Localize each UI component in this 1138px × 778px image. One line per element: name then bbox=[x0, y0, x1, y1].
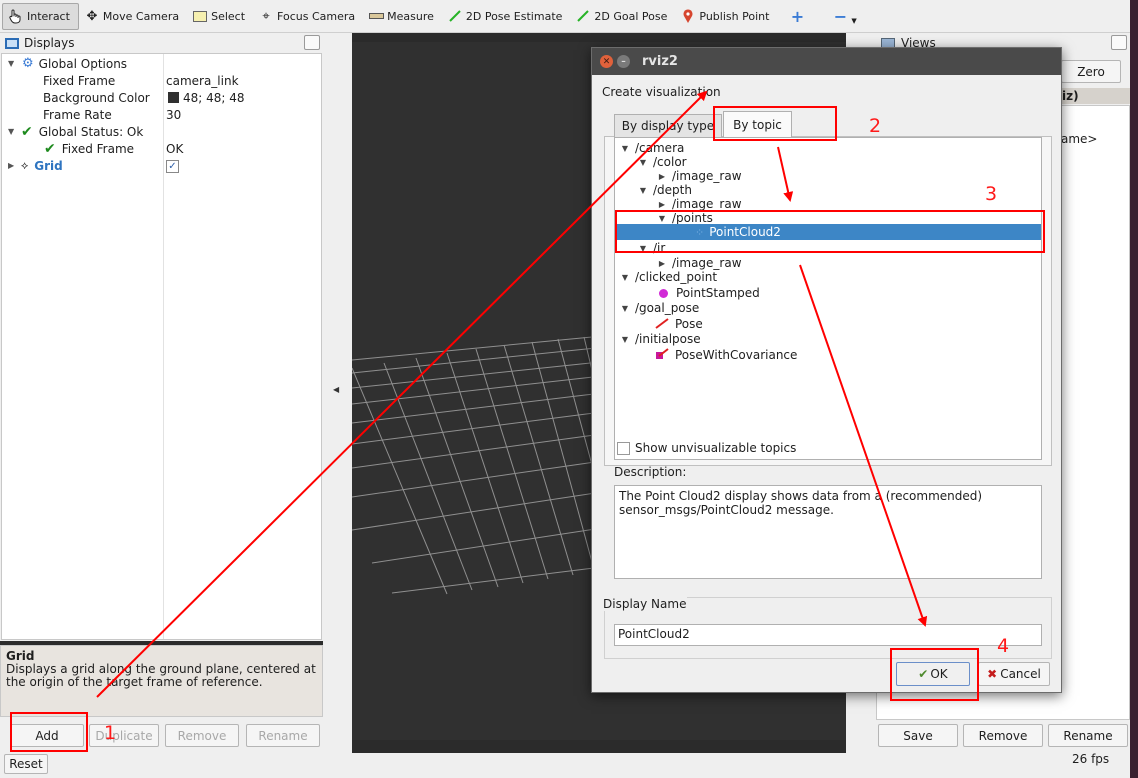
arrow-pointcloud-to-ok bbox=[799, 264, 928, 627]
annotation-arrows bbox=[96, 90, 928, 698]
arrow-topic-to-pointcloud bbox=[777, 146, 794, 202]
arrow-add-to-topic bbox=[96, 90, 708, 698]
